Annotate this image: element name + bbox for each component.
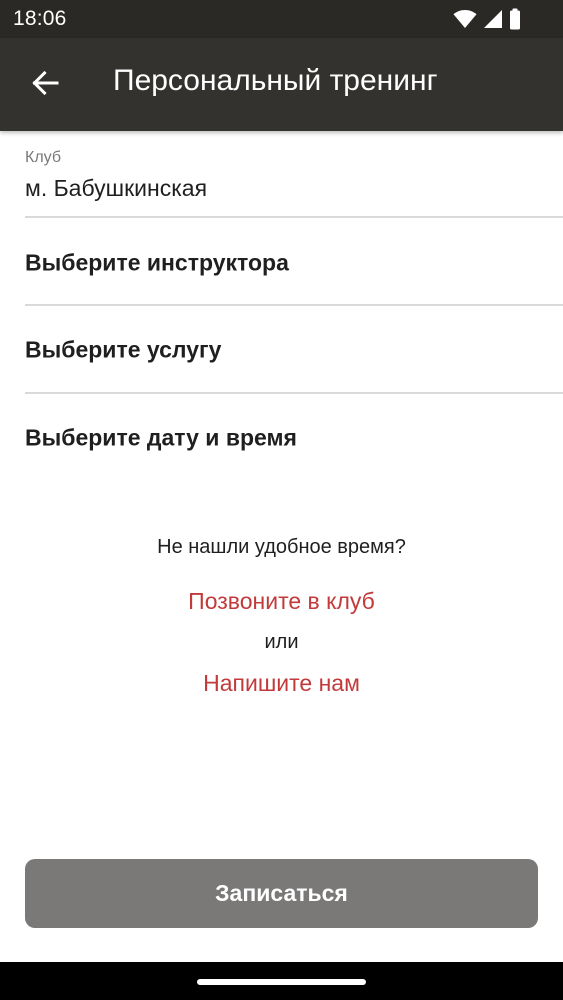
status-time: 18:06 [13, 7, 67, 30]
divider [25, 216, 563, 218]
battery-icon [510, 8, 520, 30]
club-label: Клуб [25, 149, 61, 166]
divider [25, 304, 563, 306]
select-instructor-label: Выберите инструктора [25, 249, 289, 276]
status-bar: 18:06 [0, 0, 563, 38]
select-service-label: Выберите услугу [25, 336, 222, 363]
help-question: Не нашли удобное время? [157, 536, 406, 558]
home-gesture-handle[interactable] [197, 979, 366, 985]
cellular-signal-icon [484, 10, 502, 28]
status-icons [453, 8, 521, 30]
divider [25, 392, 563, 394]
back-button[interactable] [22, 60, 68, 106]
help-or: или [264, 631, 299, 653]
select-instructor-row[interactable]: Выберите инструктора [0, 220, 563, 306]
select-datetime-label: Выберите дату и время [25, 424, 297, 451]
page-title: Персональный тренинг [113, 64, 438, 97]
submit-button[interactable]: Записаться [25, 859, 538, 928]
club-value[interactable]: м. Бабушкинская [25, 175, 207, 202]
select-datetime-row[interactable]: Выберите дату и время [0, 395, 563, 481]
call-club-link[interactable]: Позвоните в клуб [0, 588, 563, 615]
screen: 18:06 Персональный тренинг Клуб м. Бабуш… [0, 0, 563, 1000]
arrow-back-icon [32, 70, 59, 96]
select-service-row[interactable]: Выберите услугу [0, 307, 563, 393]
write-us-link[interactable]: Напишите нам [0, 670, 563, 697]
app-bar: Персональный тренинг [0, 38, 563, 131]
navigation-bar [0, 962, 563, 1000]
wifi-icon [453, 10, 477, 28]
